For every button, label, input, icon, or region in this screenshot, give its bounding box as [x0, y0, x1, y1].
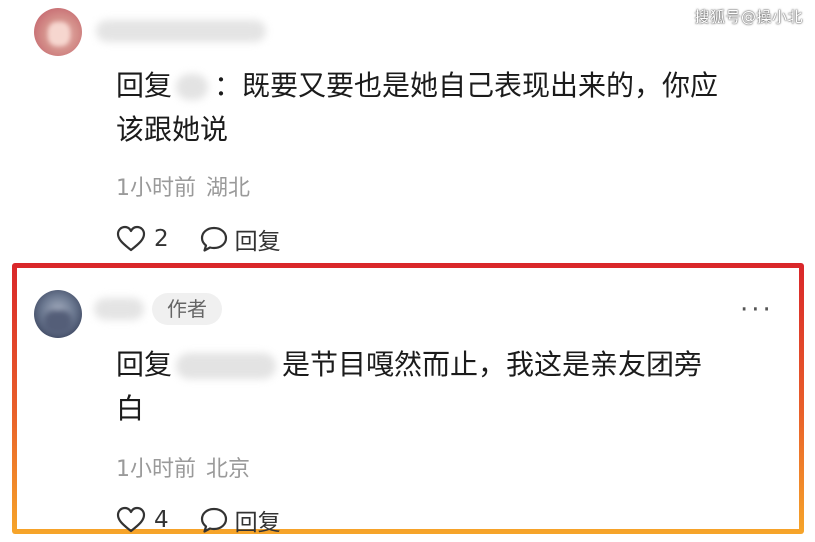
author-badge: 作者	[152, 293, 222, 325]
heart-icon	[116, 506, 146, 533]
mention-blurred[interactable]	[176, 74, 209, 100]
like-button[interactable]: 4	[116, 506, 169, 534]
comment-bubble-icon	[200, 226, 227, 252]
comment-actions: 4 回复	[116, 503, 281, 537]
comment-actions: 2 回复	[116, 222, 281, 256]
comment-location: 湖北	[206, 176, 251, 201]
comment-bubble-icon	[200, 507, 227, 533]
reply-prefix: 回复	[116, 69, 173, 102]
comment-text-line2: 该跟她说	[116, 113, 229, 146]
comment-body: 回复 是节目嘎然而止，我这是亲友团旁 白	[116, 343, 702, 431]
like-count: 4	[154, 507, 169, 533]
avatar[interactable]	[34, 8, 82, 56]
reply-button[interactable]: 回复	[199, 503, 281, 537]
watermark: 搜狐号@操小北	[694, 8, 803, 26]
comment-text-line2: 白	[116, 392, 145, 425]
reply-label: 回复	[234, 229, 281, 255]
avatar[interactable]	[34, 290, 82, 338]
reply-button[interactable]: 回复	[199, 222, 281, 256]
mention-blurred[interactable]	[176, 353, 277, 379]
comment-meta: 1小时前 北京	[116, 451, 250, 483]
comment-time: 1小时前	[116, 457, 196, 482]
username-blurred[interactable]	[94, 298, 144, 320]
comment-text-line1: ：既要又要也是她自己表现出来的，你应	[214, 69, 719, 102]
comment-text-line1: 是节目嘎然而止，我这是亲友团旁	[282, 348, 703, 381]
more-options-button[interactable]: ···	[740, 297, 774, 323]
comment-location: 北京	[206, 457, 251, 482]
username-blurred[interactable]	[96, 20, 266, 42]
like-button[interactable]: 2	[116, 225, 169, 253]
like-count: 2	[154, 226, 169, 252]
heart-icon	[116, 225, 146, 252]
reply-prefix: 回复	[116, 348, 173, 381]
reply-label: 回复	[234, 510, 281, 536]
comment-body: 回复 ：既要又要也是她自己表现出来的，你应 该跟她说	[116, 64, 718, 152]
comment-time: 1小时前	[116, 176, 196, 201]
comment-meta: 1小时前 湖北	[116, 170, 250, 202]
